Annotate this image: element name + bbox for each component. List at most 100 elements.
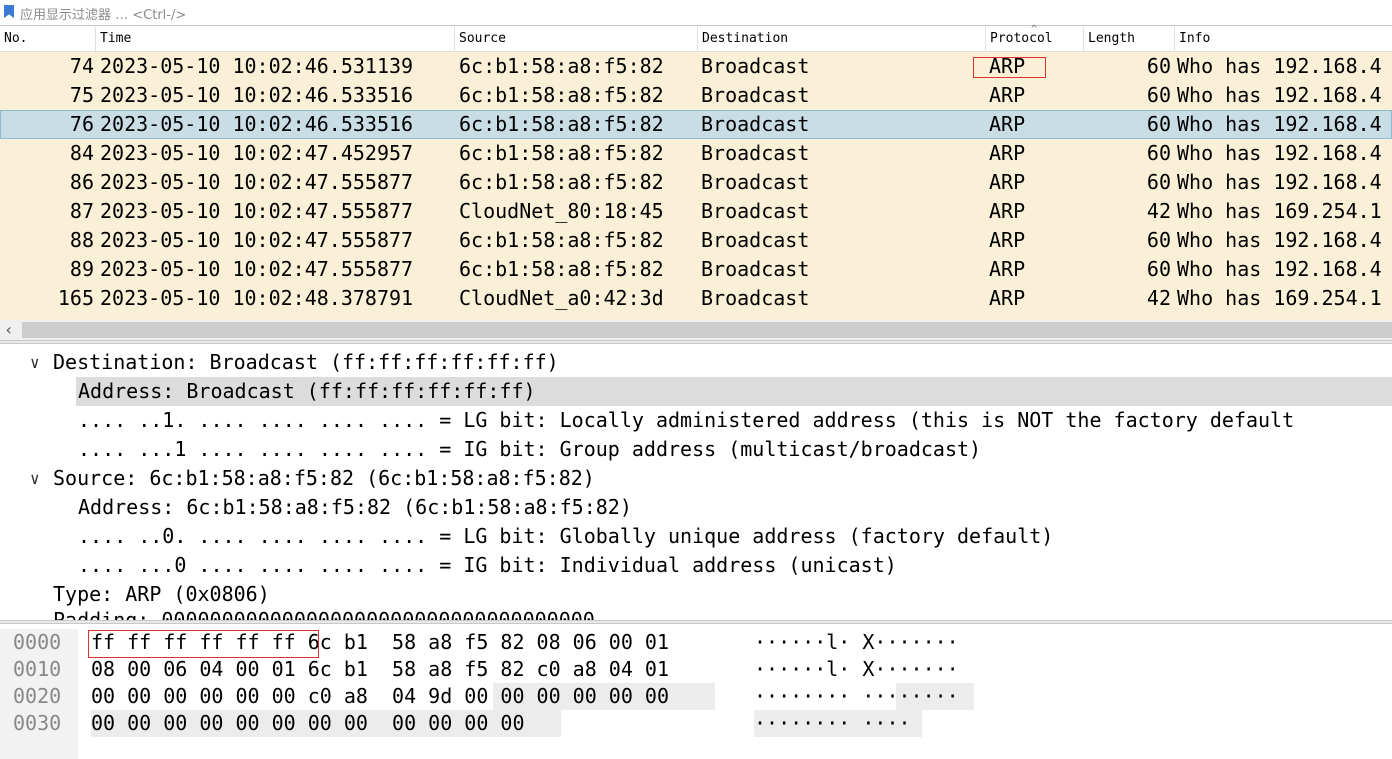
column-length[interactable]: Length <box>1084 27 1175 51</box>
detail-destination[interactable]: ∨ Destination: Broadcast (ff:ff:ff:ff:ff… <box>0 348 1392 377</box>
packet-no: 88 <box>69 228 94 252</box>
column-time[interactable]: Time <box>96 27 455 51</box>
packet-info: Who has 192.168.4 <box>1177 112 1382 136</box>
packet-row[interactable]: 84 2023-05-10 10:02:47.452957 6c:b1:58:a8:… <box>0 139 1392 168</box>
packet-no: 84 <box>69 141 94 165</box>
packet-list-hscrollbar[interactable]: ‹ <box>0 320 1392 340</box>
packet-protocol: ARP <box>989 199 1026 223</box>
packet-protocol: ARP <box>989 257 1026 281</box>
packet-no: 89 <box>69 257 94 281</box>
packet-protocol: ARP <box>989 228 1026 252</box>
packet-source: CloudNet_a0:42:3d <box>459 286 664 310</box>
packet-time: 2023-05-10 10:02:47.555877 <box>100 257 414 281</box>
detail-padding[interactable]: Padding: 0000000000000000000000000000000… <box>0 606 1392 620</box>
column-no[interactable]: No. <box>0 27 96 51</box>
expand-down-icon[interactable]: ∨ <box>30 348 40 377</box>
packet-row[interactable]: 165 2023-05-10 10:02:48.378791 CloudNet_a0… <box>0 284 1392 313</box>
packet-length: 60 <box>1146 170 1171 194</box>
packet-no: 74 <box>69 54 94 78</box>
display-filter-input[interactable]: 应用显示过滤器 … <Ctrl-/> <box>20 4 186 23</box>
packet-row[interactable]: 74 2023-05-10 10:02:46.531139 6c:b1:58:a8:… <box>0 52 1392 81</box>
packet-time: 2023-05-10 10:02:48.378791 <box>100 286 414 310</box>
detail-source-address[interactable]: Address: 6c:b1:58:a8:f5:82 (6c:b1:58:a8:… <box>0 493 1392 522</box>
packet-no: 165 <box>57 286 94 310</box>
packet-destination: Broadcast <box>701 54 810 78</box>
packet-protocol: ARP <box>989 83 1026 107</box>
pane-splitter[interactable] <box>0 620 1392 624</box>
packet-destination: Broadcast <box>701 141 810 165</box>
hex-bytes: 00 00 00 00 00 00 <box>307 711 525 735</box>
detail-source-lg-bit[interactable]: .... ..0. .... .... .... .... = LG bit: … <box>0 522 1392 551</box>
packet-row[interactable]: 75 2023-05-10 10:02:46.533516 6c:b1:58:a8:… <box>0 81 1392 110</box>
hex-row[interactable]: 0010 08 00 06 04 00 01 6c b1 58 a8 f5 82… <box>0 656 1392 683</box>
column-source[interactable]: Source <box>455 27 698 51</box>
detail-source-ig-bit[interactable]: .... ...0 .... .... .... .... = IG bit: … <box>0 551 1392 580</box>
bookmark-icon[interactable] <box>4 5 14 18</box>
packet-time: 2023-05-10 10:02:47.555877 <box>100 228 414 252</box>
packet-destination: Broadcast <box>701 83 810 107</box>
packet-protocol: ARP <box>989 141 1026 165</box>
expand-down-icon[interactable]: ∨ <box>30 464 40 493</box>
packet-info: Who has 192.168.4 <box>1177 170 1382 194</box>
hex-ascii: ······l· X······· <box>754 657 959 681</box>
packet-destination: Broadcast <box>701 257 810 281</box>
scroll-left-icon[interactable]: ‹ <box>4 320 14 340</box>
packet-info: Who has 192.168.4 <box>1177 54 1382 78</box>
hex-bytes-first: 00 00 00 00 00 00 <box>91 711 296 735</box>
packet-length: 60 <box>1146 54 1171 78</box>
packet-row[interactable]: 89 2023-05-10 10:02:47.555877 6c:b1:58:a8:… <box>0 255 1392 284</box>
detail-destination-ig-bit[interactable]: .... ...1 .... .... .... .... = IG bit: … <box>0 435 1392 464</box>
packet-length: 60 <box>1146 228 1171 252</box>
column-info[interactable]: Info <box>1175 27 1392 51</box>
detail-destination-address[interactable]: Address: Broadcast (ff:ff:ff:ff:ff:ff) <box>0 377 1392 406</box>
detail-type[interactable]: Type: ARP (0x0806) <box>0 580 1392 609</box>
packet-no: 86 <box>69 170 94 194</box>
hex-bytes: c0 a8 04 9d 00 00 00 00 00 00 <box>307 684 669 708</box>
hex-ascii: ······l· X······· <box>754 630 959 654</box>
packet-details-pane[interactable]: ∨ Destination: Broadcast (ff:ff:ff:ff:ff… <box>0 348 1392 620</box>
packet-protocol: ARP <box>989 112 1026 136</box>
hex-bytes-selected: ff ff ff ff ff ff <box>91 630 296 654</box>
hex-ascii: ········ ········ <box>754 684 959 708</box>
packet-destination: Broadcast <box>701 170 810 194</box>
display-filter-bar[interactable]: 应用显示过滤器 … <Ctrl-/> <box>0 0 1392 26</box>
packet-list-header: No. Time Source Destination Protocol Len… <box>0 24 1392 52</box>
detail-destination-lg-bit[interactable]: .... ..1. .... .... .... .... = LG bit: … <box>0 406 1392 435</box>
packet-info: Who has 192.168.4 <box>1177 83 1382 107</box>
packet-length: 60 <box>1146 112 1171 136</box>
packet-protocol: ARP <box>989 170 1026 194</box>
packet-bytes-pane[interactable]: 0000 ff ff ff ff ff ff 6c b1 58 a8 f5 82… <box>0 628 1392 759</box>
packet-destination: Broadcast <box>701 112 810 136</box>
packet-info: Who has 192.168.4 <box>1177 257 1382 281</box>
hex-row[interactable]: 0000 ff ff ff ff ff ff 6c b1 58 a8 f5 82… <box>0 629 1392 656</box>
packet-row[interactable]: 87 2023-05-10 10:02:47.555877 CloudNet_80:… <box>0 197 1392 226</box>
packet-time: 2023-05-10 10:02:46.531139 <box>100 54 414 78</box>
packet-time: 2023-05-10 10:02:47.555877 <box>100 170 414 194</box>
packet-source: 6c:b1:58:a8:f5:82 <box>459 54 664 78</box>
packet-no: 76 <box>69 112 94 136</box>
packet-length: 42 <box>1146 286 1171 310</box>
packet-source: CloudNet_80:18:45 <box>459 199 664 223</box>
packet-source: 6c:b1:58:a8:f5:82 <box>459 83 664 107</box>
packet-info: Who has 192.168.4 <box>1177 228 1382 252</box>
packet-row[interactable]: 88 2023-05-10 10:02:47.555877 6c:b1:58:a8:… <box>0 226 1392 255</box>
packet-list[interactable]: 74 2023-05-10 10:02:46.531139 6c:b1:58:a8:… <box>0 52 1392 320</box>
packet-source: 6c:b1:58:a8:f5:82 <box>459 257 664 281</box>
packet-length: 60 <box>1146 83 1171 107</box>
hex-row[interactable]: 0030 00 00 00 00 00 00 00 00 00 00 00 00… <box>0 710 1392 737</box>
packet-source: 6c:b1:58:a8:f5:82 <box>459 112 664 136</box>
hex-offset: 0000 <box>0 629 78 656</box>
hex-row[interactable]: 0020 00 00 00 00 00 00 c0 a8 04 9d 00 00… <box>0 683 1392 710</box>
packet-time: 2023-05-10 10:02:47.452957 <box>100 141 414 165</box>
packet-no: 75 <box>69 83 94 107</box>
packet-no: 87 <box>69 199 94 223</box>
packet-time: 2023-05-10 10:02:47.555877 <box>100 199 414 223</box>
packet-time: 2023-05-10 10:02:46.533516 <box>100 83 414 107</box>
pane-splitter[interactable] <box>0 340 1392 344</box>
detail-source[interactable]: ∨ Source: 6c:b1:58:a8:f5:82 (6c:b1:58:a8… <box>0 464 1392 493</box>
scrollbar-thumb[interactable] <box>22 322 1392 338</box>
packet-row[interactable]: 76 2023-05-10 10:02:46.533516 6c:b1:58:a8:… <box>0 110 1392 139</box>
column-destination[interactable]: Destination <box>698 27 986 51</box>
packet-row[interactable]: 86 2023-05-10 10:02:47.555877 6c:b1:58:a8:… <box>0 168 1392 197</box>
packet-source: 6c:b1:58:a8:f5:82 <box>459 228 664 252</box>
